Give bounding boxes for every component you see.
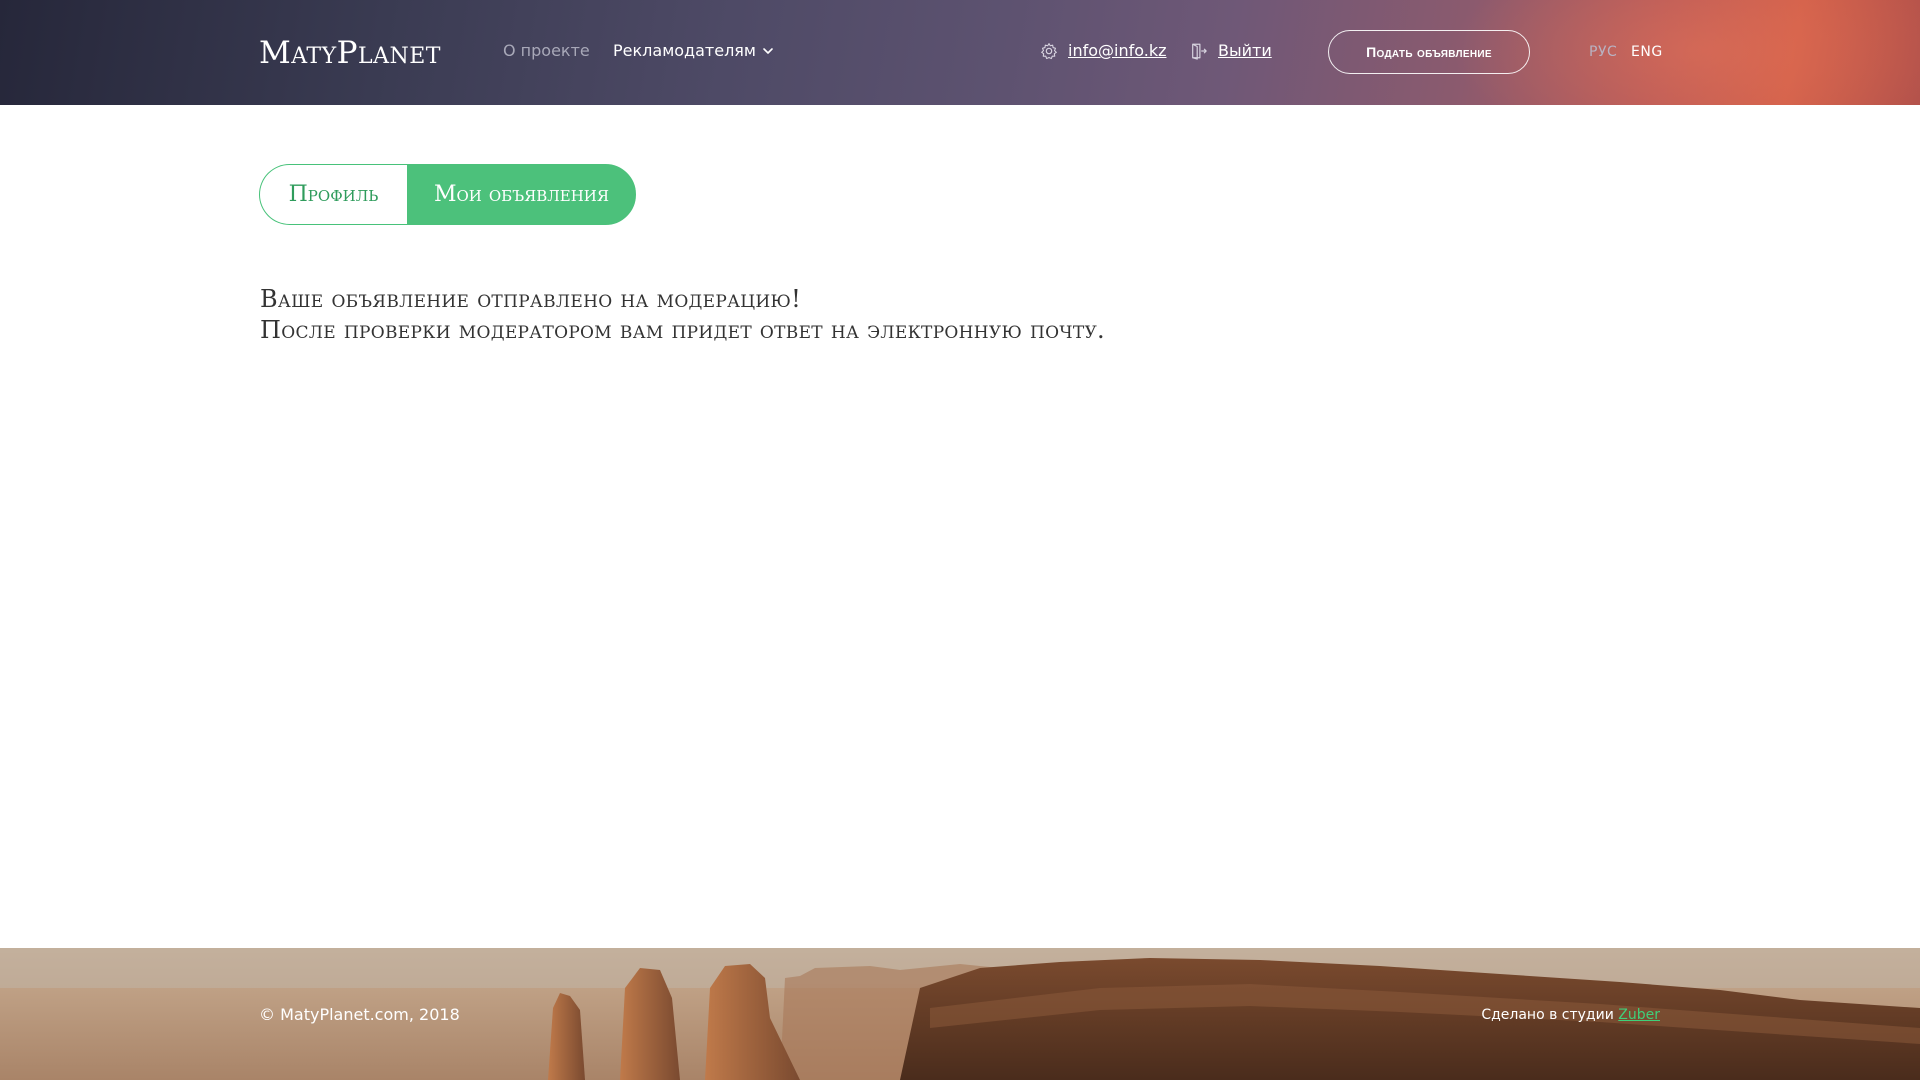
footer: © MatyPlanet.com, 2018 Сделано в студии … (0, 948, 1920, 1080)
nav-advertisers-label: Рекламодателям (613, 41, 756, 60)
account-tabs: Профиль Мои объявления (259, 164, 636, 225)
chevron-down-icon (763, 48, 773, 54)
account-email: info@info.kz (1040, 40, 1166, 62)
tab-my-ads[interactable]: Мои объявления (407, 164, 636, 225)
gear-icon (1041, 43, 1057, 60)
nav-advertisers-dropdown[interactable]: Рекламодателям (613, 40, 774, 62)
logout-link[interactable]: Выйти (1218, 40, 1272, 62)
message-line-2: После проверки модератором вам придет от… (260, 316, 1105, 344)
post-ad-button[interactable]: Подать объявление (1328, 30, 1530, 74)
language-ru[interactable]: РУС (1589, 43, 1617, 61)
moderation-message: Ваше объявление отправлено на модерацию!… (260, 284, 1105, 346)
credits-label: Сделано в студии (1481, 1007, 1614, 1023)
message-line-1: Ваше объявление отправлено на модерацию! (260, 285, 802, 313)
header: MatyPlanet О проекте Рекламодателям info… (0, 0, 1920, 105)
site-logo[interactable]: MatyPlanet (259, 33, 441, 73)
tab-profile[interactable]: Профиль (259, 164, 407, 225)
logout-icon (1192, 43, 1207, 60)
studio-credits: Сделано в студии Zuber (1481, 1005, 1660, 1025)
language-en[interactable]: ENG (1631, 43, 1663, 61)
email-link[interactable]: info@info.kz (1068, 40, 1166, 62)
nav-about-link[interactable]: О проекте (503, 40, 590, 62)
copyright-text: © MatyPlanet.com, 2018 (259, 1005, 460, 1024)
studio-link[interactable]: Zuber (1618, 1007, 1660, 1023)
logout: Выйти (1190, 40, 1272, 62)
